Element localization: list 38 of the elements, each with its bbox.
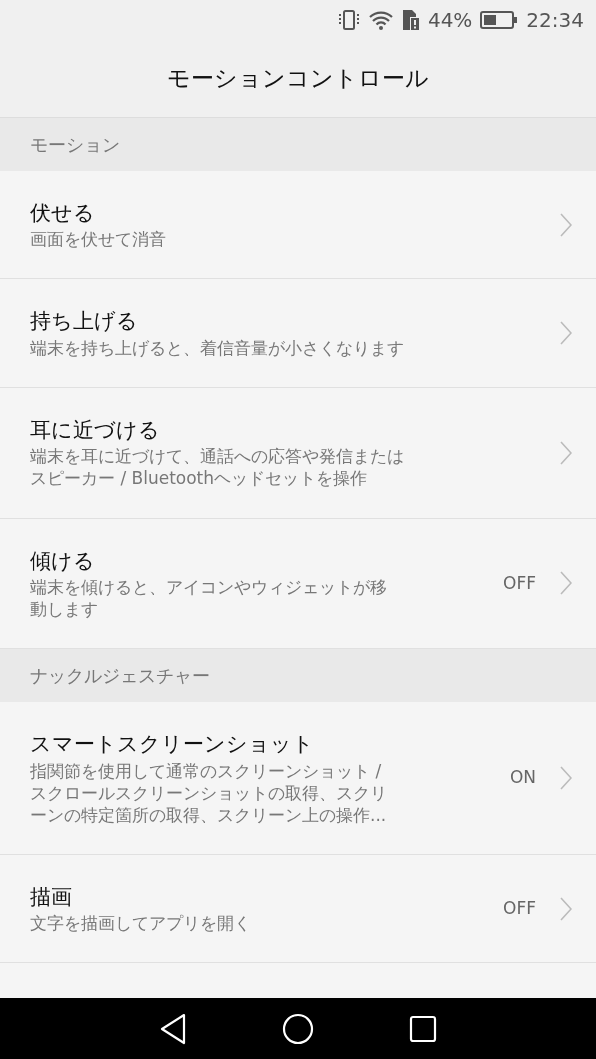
status-value: ON [509,766,536,790]
recents-icon[interactable] [409,1014,437,1043]
settings-item[interactable]: 描画 文字を描画してアプリを開く OFF [0,854,596,964]
chevron-right-icon [560,212,572,237]
vibrate-icon [337,10,360,30]
chevron-right-icon [560,896,572,921]
chevron-right-icon [560,321,572,346]
clock-time: 22:34 [526,7,584,34]
chevron-right-icon [560,440,572,465]
screen-title: モーションコントロール [167,64,429,94]
chevron-right-icon [560,571,572,596]
item-description: 端末を持ち上げると、着信音量が小さくなります [30,336,405,359]
item-title: 耳に近づける [30,416,161,444]
section-header: ナックルジェスチャー [30,664,210,689]
item-title: 傾ける [30,547,96,575]
settings-item[interactable]: スマートスクリーンショット 指関節を使用して通常のスクリーンショット /スクロールスクリーンショットの取得、スクリーンの特定箇所の取得、スクリーン上の操作... ON [0,702,596,855]
wifi-icon [367,10,394,30]
home-icon[interactable] [282,1012,314,1045]
status-value: OFF [503,896,536,920]
sim-alert-icon [401,9,420,31]
back-icon[interactable] [159,1012,187,1045]
item-description: 端末を傾けると、アイコンやウィジェットが移動します [30,575,388,621]
battery-icon [480,10,519,30]
item-description: 端末を耳に近づけて、通話への応答や発信またはスピーカー / Bluetoothヘッドセットを操作 [30,445,405,490]
item-description: 指関節を使用して通常のスクリーンショット /スクロールスクリーンショットの取得、スクリーンの特定箇所の取得、スクリーン上の操作... [30,759,388,826]
item-description: 文字を描画してアプリを開く [30,912,252,935]
chevron-right-icon [560,765,572,790]
item-title: 描画 [30,883,73,911]
battery-percent: 44% [427,7,473,34]
item-title: 伏せる [30,200,96,227]
settings-item[interactable]: 伏せる 画面を伏せて消音 [0,171,596,280]
section-header: モーション [30,133,120,157]
item-title: 持ち上げる [30,308,139,336]
settings-item[interactable]: 持ち上げる 端末を持ち上げると、着信音量が小さくなります [0,279,596,388]
settings-item[interactable]: 耳に近づける 端末を耳に近づけて、通話への応答や発信またはスピーカー / Bluetoothヘッドセットを操作 [0,387,596,519]
item-description: 画面を伏せて消音 [30,228,167,251]
status-value: OFF [503,571,536,595]
item-title: スマートスクリーンショット [30,731,315,759]
